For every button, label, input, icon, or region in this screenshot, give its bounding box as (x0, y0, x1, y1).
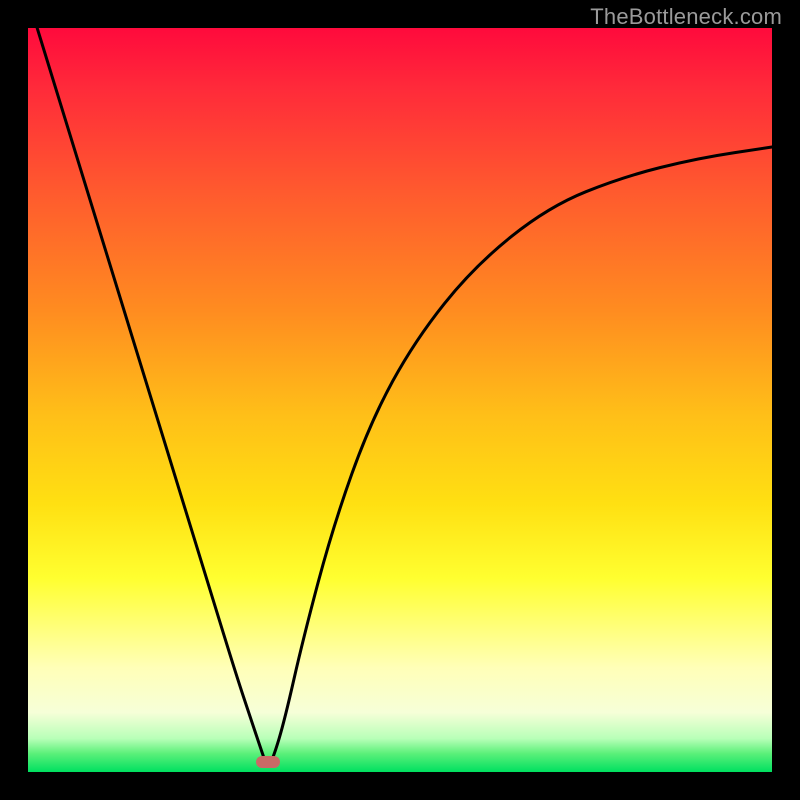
watermark-text: TheBottleneck.com (590, 4, 782, 30)
chart-plot-area (28, 28, 772, 772)
bottleneck-curve (28, 28, 772, 772)
chart-frame: TheBottleneck.com (0, 0, 800, 800)
